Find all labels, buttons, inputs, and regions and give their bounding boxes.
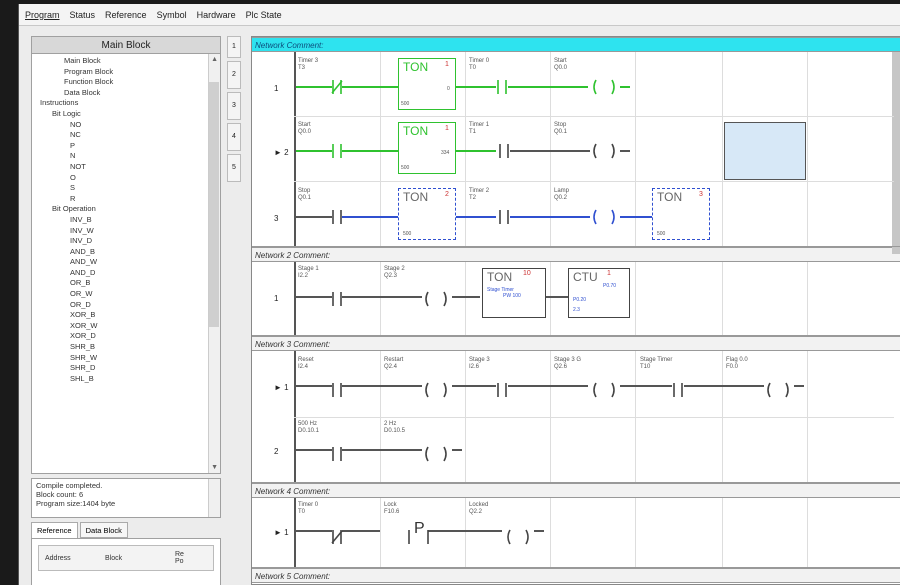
tree-item[interactable]: INV_B bbox=[32, 215, 220, 226]
tree-item[interactable]: Bit Operation bbox=[32, 204, 220, 215]
coil[interactable] bbox=[593, 79, 615, 95]
tree-item[interactable]: Main Block bbox=[32, 56, 220, 67]
block-header: Main Block bbox=[31, 36, 221, 54]
col-block[interactable]: Block bbox=[99, 555, 169, 562]
tree-item[interactable]: AND_D bbox=[32, 268, 220, 279]
tree-item[interactable]: SHR_D bbox=[32, 363, 220, 374]
coil[interactable] bbox=[507, 529, 529, 545]
tree-item[interactable]: NC bbox=[32, 130, 220, 141]
tree-item[interactable]: NO bbox=[32, 120, 220, 131]
tree-item[interactable]: Data Block bbox=[32, 88, 220, 99]
tree-item[interactable]: Function Block bbox=[32, 77, 220, 88]
tab-hardware[interactable]: Hardware bbox=[197, 10, 236, 20]
gutter-number[interactable]: 5 bbox=[227, 154, 241, 182]
coil[interactable] bbox=[425, 446, 447, 462]
instruction-tree: Main Block Program Block Function Block Dat… bbox=[31, 54, 221, 474]
menu-bar: Program Status Reference Symbol Hardware… bbox=[19, 4, 900, 26]
tree-scrollbar[interactable]: ▲ ▼ bbox=[208, 54, 220, 473]
tree-item[interactable]: P bbox=[32, 141, 220, 152]
reference-header: Address Block Re Po bbox=[38, 545, 214, 571]
tree-item[interactable]: SHR_W bbox=[32, 353, 220, 364]
tree-item[interactable]: XOR_B bbox=[32, 310, 220, 321]
scroll-down-icon[interactable]: ▼ bbox=[211, 464, 218, 471]
tree-item[interactable]: SHL_B bbox=[32, 374, 220, 385]
tree-item[interactable]: OR_W bbox=[32, 289, 220, 300]
status-line: Program size:1404 byte bbox=[36, 499, 116, 508]
tree-item[interactable]: Instructions bbox=[32, 98, 220, 109]
tab-reference-panel[interactable]: Reference bbox=[31, 522, 78, 538]
tree-item[interactable]: SHR_B bbox=[32, 342, 220, 353]
tree-item[interactable]: Bit Logic bbox=[32, 109, 220, 120]
tab-reference[interactable]: Reference bbox=[105, 10, 147, 20]
ladder-editor[interactable]: Network Comment: 1 Timer 3 T3 TON 1 500 0 … bbox=[251, 36, 900, 585]
coil[interactable] bbox=[425, 291, 447, 307]
status-scrollbar[interactable] bbox=[208, 479, 220, 517]
tree-item[interactable]: AND_B bbox=[32, 247, 220, 258]
tree-item[interactable]: OR_D bbox=[32, 300, 220, 311]
status-line: Compile completed. bbox=[36, 481, 103, 490]
scroll-thumb[interactable] bbox=[209, 82, 219, 327]
tree-item[interactable]: XOR_D bbox=[32, 331, 220, 342]
tree-item[interactable]: S bbox=[32, 183, 220, 194]
reference-table: Address Block Re Po bbox=[31, 538, 221, 585]
gutter-number[interactable]: 2 bbox=[227, 61, 241, 89]
coil[interactable] bbox=[425, 382, 447, 398]
tab-plc-state[interactable]: Plc State bbox=[246, 10, 282, 20]
scroll-up-icon[interactable]: ▲ bbox=[211, 56, 218, 63]
coil[interactable] bbox=[593, 143, 615, 159]
gutter-number[interactable]: 4 bbox=[227, 123, 241, 151]
ladder-symbols bbox=[331, 79, 789, 545]
tab-status[interactable]: Status bbox=[70, 10, 96, 20]
left-panel: Main Block Main Block Program Block Functi… bbox=[31, 36, 221, 585]
plc-window: Program Status Reference Symbol Hardware… bbox=[18, 4, 900, 585]
tree-item[interactable]: AND_W bbox=[32, 257, 220, 268]
row-number-gutter: 1 2 3 4 5 bbox=[227, 36, 241, 236]
coil[interactable] bbox=[767, 382, 789, 398]
gutter-number[interactable]: 1 bbox=[227, 36, 241, 58]
tree-item[interactable]: O bbox=[32, 173, 220, 184]
coil[interactable] bbox=[593, 382, 615, 398]
tab-symbol[interactable]: Symbol bbox=[157, 10, 187, 20]
bottom-tabs: Reference Data Block bbox=[31, 522, 221, 538]
gutter-number[interactable]: 3 bbox=[227, 92, 241, 120]
compile-status: Compile completed. Block count: 6 Progra… bbox=[31, 478, 221, 518]
tree-item[interactable]: INV_D bbox=[32, 236, 220, 247]
tree-item[interactable]: XOR_W bbox=[32, 321, 220, 332]
tab-program[interactable]: Program bbox=[25, 10, 60, 20]
tree-item[interactable]: R bbox=[32, 194, 220, 205]
status-line: Block count: 6 bbox=[36, 490, 84, 499]
tree-item[interactable]: OR_B bbox=[32, 278, 220, 289]
tree-item[interactable]: NOT bbox=[32, 162, 220, 173]
col-address[interactable]: Address bbox=[39, 555, 99, 562]
tab-data-block[interactable]: Data Block bbox=[79, 522, 128, 538]
col-ref[interactable]: Re Po bbox=[169, 551, 199, 565]
tree-item[interactable]: INV_W bbox=[32, 226, 220, 237]
tree-item[interactable]: N bbox=[32, 151, 220, 162]
tree-item[interactable]: Program Block bbox=[32, 67, 220, 78]
coil[interactable] bbox=[593, 209, 615, 225]
